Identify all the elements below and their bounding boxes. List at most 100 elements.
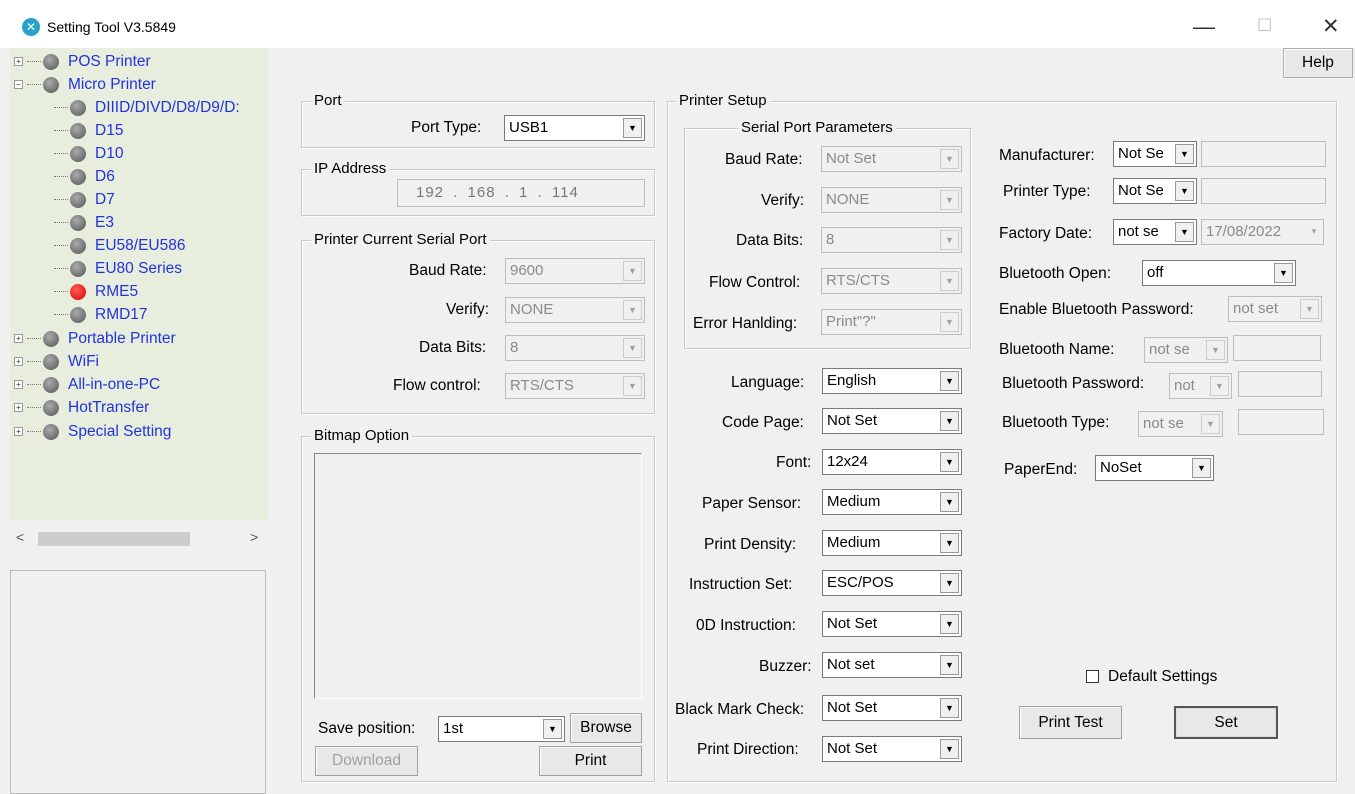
scroll-thumb[interactable] bbox=[38, 532, 190, 546]
chevron-down-icon[interactable]: ▼ bbox=[940, 411, 959, 431]
manufacturer-field bbox=[1201, 141, 1326, 167]
tree-item-portable-printer[interactable]: + Portable Printer bbox=[14, 327, 176, 350]
buzzer-select[interactable]: Not set ▼ bbox=[822, 652, 962, 678]
chevron-down-icon[interactable]: ▼ bbox=[1175, 181, 1194, 201]
sp-verify-select: NONE ▼ bbox=[821, 187, 962, 213]
expand-icon[interactable]: + bbox=[14, 427, 23, 436]
print-button[interactable]: Print bbox=[539, 746, 642, 776]
chevron-down-icon[interactable]: ▼ bbox=[940, 452, 959, 472]
chevron-down-icon[interactable]: ▼ bbox=[940, 492, 959, 512]
save-position-label: Save position: bbox=[318, 720, 416, 737]
language-select[interactable]: English ▼ bbox=[822, 368, 962, 394]
chevron-down-icon[interactable]: ▼ bbox=[940, 573, 959, 593]
tree-horizontal-scrollbar[interactable]: < > bbox=[10, 520, 268, 558]
expand-icon[interactable]: + bbox=[14, 357, 23, 366]
manufacturer-select[interactable]: Not Se ▼ bbox=[1113, 141, 1197, 167]
factory-date-label: Factory Date: bbox=[999, 225, 1093, 242]
expand-icon[interactable]: + bbox=[14, 403, 23, 412]
tree-item-pos-printer[interactable]: + POS Printer bbox=[14, 50, 151, 73]
0d-instruction-label: 0D Instruction: bbox=[696, 617, 796, 634]
print-direction-select[interactable]: Not Set ▼ bbox=[822, 736, 962, 762]
flow-control-select: RTS/CTS ▼ bbox=[505, 373, 645, 399]
tree-item-d15[interactable]: D15 bbox=[54, 119, 123, 142]
tree-item-diiid[interactable]: DIIID/DIVD/D8/D9/D: bbox=[54, 96, 240, 119]
tree-item-e3[interactable]: E3 bbox=[54, 211, 114, 234]
port-type-select[interactable]: USB1 ▼ bbox=[504, 115, 645, 141]
chevron-down-icon: ▼ bbox=[623, 261, 642, 281]
chevron-down-icon[interactable]: ▼ bbox=[940, 371, 959, 391]
chevron-down-icon[interactable]: ▼ bbox=[543, 719, 562, 739]
bluetooth-password-label: Bluetooth Password: bbox=[1002, 375, 1145, 392]
chevron-down-icon[interactable]: ▼ bbox=[940, 655, 959, 675]
chevron-down-icon: ▼ bbox=[1210, 376, 1229, 396]
tree-item-all-in-one-pc[interactable]: + All-in-one-PC bbox=[14, 373, 160, 396]
factory-date-select[interactable]: not se ▼ bbox=[1113, 219, 1197, 245]
printer-type-select[interactable]: Not Se ▼ bbox=[1113, 178, 1197, 204]
default-settings-checkbox[interactable] bbox=[1086, 670, 1099, 683]
minimize-button[interactable]: — bbox=[1193, 14, 1215, 40]
0d-instruction-select[interactable]: Not Set ▼ bbox=[822, 611, 962, 637]
chevron-down-icon[interactable]: ▼ bbox=[940, 698, 959, 718]
instruction-set-select[interactable]: ESC/POS ▼ bbox=[822, 570, 962, 596]
chevron-down-icon[interactable]: ▼ bbox=[623, 118, 642, 138]
chevron-down-icon[interactable]: ▼ bbox=[940, 614, 959, 634]
status-ball-icon bbox=[70, 260, 86, 277]
collapse-icon[interactable]: − bbox=[14, 80, 23, 89]
tree-item-rmd17[interactable]: RMD17 bbox=[54, 303, 148, 326]
title-bar: ✕ Setting Tool V3.5849 — ☐ ✕ bbox=[0, 0, 1355, 48]
scroll-left-icon[interactable]: < bbox=[16, 529, 24, 545]
tree-item-special-setting[interactable]: + Special Setting bbox=[14, 420, 171, 443]
bluetooth-name-label: Bluetooth Name: bbox=[999, 341, 1115, 358]
chevron-down-icon[interactable]: ▼ bbox=[1175, 222, 1194, 242]
tree-item-wifi[interactable]: + WiFi bbox=[14, 350, 99, 373]
port-group-title: Port bbox=[311, 92, 345, 109]
sp-baud-label: Baud Rate: bbox=[725, 151, 803, 168]
tree-item-eu58[interactable]: EU58/EU586 bbox=[54, 234, 185, 257]
print-test-button[interactable]: Print Test bbox=[1019, 706, 1122, 739]
expand-icon[interactable]: + bbox=[14, 380, 23, 389]
close-button[interactable]: ✕ bbox=[1322, 14, 1340, 39]
help-button[interactable]: Help bbox=[1283, 48, 1353, 78]
paperend-select[interactable]: NoSet ▼ bbox=[1095, 455, 1214, 481]
instruction-set-label: Instruction Set: bbox=[689, 576, 793, 593]
chevron-down-icon[interactable]: ▼ bbox=[940, 533, 959, 553]
expand-icon[interactable]: + bbox=[14, 57, 23, 66]
browse-button[interactable]: Browse bbox=[570, 713, 642, 743]
selected-ball-icon bbox=[70, 283, 86, 300]
bluetooth-type-label: Bluetooth Type: bbox=[1002, 414, 1110, 431]
tree-item-hottransfer[interactable]: + HotTransfer bbox=[14, 396, 149, 419]
window-title: Setting Tool V3.5849 bbox=[47, 19, 176, 35]
chevron-down-icon[interactable]: ▼ bbox=[1192, 458, 1211, 478]
font-select[interactable]: 12x24 ▼ bbox=[822, 449, 962, 475]
status-ball-icon bbox=[43, 423, 59, 440]
bluetooth-open-select[interactable]: off ▼ bbox=[1142, 260, 1296, 286]
printer-tree[interactable]: + POS Printer − Micro Printer DIIID/DIVD/D… bbox=[10, 48, 268, 520]
tree-item-rme5[interactable]: RME5 bbox=[54, 280, 138, 303]
save-position-select[interactable]: 1st ▼ bbox=[438, 716, 565, 742]
chevron-down-icon[interactable]: ▼ bbox=[1175, 144, 1194, 164]
chevron-down-icon[interactable]: ▼ bbox=[1274, 263, 1293, 283]
chevron-down-icon[interactable]: ▼ bbox=[940, 739, 959, 759]
maximize-button[interactable]: ☐ bbox=[1257, 16, 1272, 36]
tree-item-d7[interactable]: D7 bbox=[54, 188, 115, 211]
code-page-select[interactable]: Not Set ▼ bbox=[822, 408, 962, 434]
tree-item-micro-printer[interactable]: − Micro Printer bbox=[14, 73, 156, 96]
tree-item-d6[interactable]: D6 bbox=[54, 165, 115, 188]
set-button[interactable]: Set bbox=[1174, 706, 1278, 739]
paper-sensor-label: Paper Sensor: bbox=[702, 495, 802, 512]
tree-item-eu80[interactable]: EU80 Series bbox=[54, 257, 182, 280]
bluetooth-type-select: not se ▼ bbox=[1138, 411, 1223, 437]
paper-sensor-select[interactable]: Medium ▼ bbox=[822, 489, 962, 515]
chevron-down-icon: ▼ bbox=[940, 149, 959, 169]
expand-icon[interactable]: + bbox=[14, 334, 23, 343]
sp-error-label: Error Hanlding: bbox=[693, 315, 798, 332]
ip-address-field[interactable]: 192 . 168 . 1 . 114 bbox=[397, 179, 645, 207]
sp-databits-label: Data Bits: bbox=[736, 232, 804, 249]
black-mark-select[interactable]: Not Set ▼ bbox=[822, 695, 962, 721]
tree-item-d10[interactable]: D10 bbox=[54, 142, 123, 165]
flow-control-label: Flow control: bbox=[393, 377, 481, 394]
scroll-right-icon[interactable]: > bbox=[250, 529, 258, 545]
print-density-select[interactable]: Medium ▼ bbox=[822, 530, 962, 556]
code-page-label: Code Page: bbox=[722, 414, 804, 431]
status-ball-icon bbox=[70, 168, 86, 185]
